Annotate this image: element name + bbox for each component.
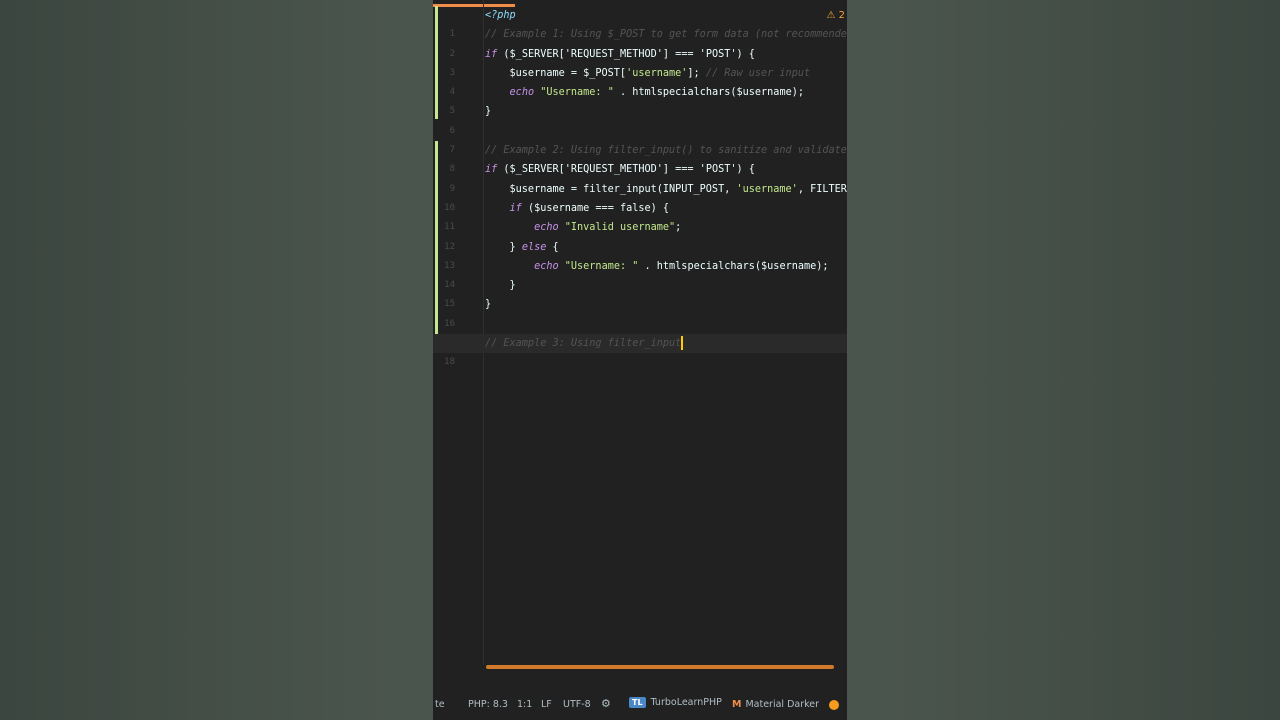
code-line-4[interactable]: 4 $username = $_POST['username']; // Raw… xyxy=(433,64,847,97)
comment: // Raw user input xyxy=(705,67,811,79)
php-open-tag: <?php xyxy=(485,10,516,21)
code-token: . htmlspecialchars($username); xyxy=(613,87,804,99)
code-line-17[interactable]: 17 xyxy=(433,315,847,348)
code-area[interactable]: 1 <?php 2 // Example 1: Using $_POST to … xyxy=(433,6,847,656)
keyword: echo xyxy=(509,87,535,99)
code-line-13[interactable]: 13 } else { xyxy=(433,238,847,271)
code-token: ; xyxy=(675,222,682,234)
code-editor-window: ⚠ 2 1 <?php 2 // Example 1: Using $_POST… xyxy=(433,0,847,720)
horizontal-scrollbar[interactable] xyxy=(486,665,834,669)
code-token: } xyxy=(485,280,516,292)
bug-icon[interactable]: ⚙ xyxy=(601,697,611,710)
text-cursor xyxy=(681,336,683,351)
theme-widget[interactable]: M Material Darker xyxy=(732,699,819,710)
line-ending[interactable]: LF xyxy=(541,699,552,710)
string-literal: "Username: " xyxy=(564,260,639,272)
comment: // Example 3: Using filter_input xyxy=(485,338,682,350)
code-token: ($username === false) { xyxy=(521,202,670,214)
string-literal: "Username: " xyxy=(540,87,614,99)
comment: // Example 2: Using filter_input() to sa… xyxy=(485,145,847,157)
code-line-8[interactable]: 8 // Example 2: Using filter_input() to … xyxy=(433,141,847,174)
string-literal: 'username' xyxy=(626,67,688,79)
php-version-widget[interactable]: PHP: 8.3 xyxy=(468,699,508,710)
code-line-14[interactable]: 14 echo "Username: " . htmlspecialchars(… xyxy=(433,257,847,290)
code-token: $username = $_POST[ xyxy=(485,67,627,79)
code-line-7[interactable]: 7 xyxy=(433,122,847,155)
code-line-1[interactable]: 1 <?php xyxy=(433,6,847,39)
status-bar: te PHP: 8.3 1:1 LF UTF-8 ⚙ TL TurboLearnP… xyxy=(433,692,847,718)
status-fragment[interactable]: te xyxy=(435,699,445,710)
theme-name: Material Darker xyxy=(745,699,820,710)
plugin-name: TurboLearnPHP xyxy=(650,697,722,708)
code-token: . htmlspecialchars($username); xyxy=(638,260,829,272)
notification-dot[interactable] xyxy=(829,700,839,710)
comment: // Example 1: Using $_POST to get form d… xyxy=(485,29,847,41)
plugin-widget[interactable]: TL TurboLearnPHP xyxy=(629,697,722,708)
code-token: ($_SERVER['REQUEST_METHOD'] === 'POST') … xyxy=(497,164,755,176)
keyword: else xyxy=(521,241,547,253)
code-line-6[interactable]: 6 } xyxy=(433,102,847,135)
code-line-5[interactable]: 5 echo "Username: " . htmlspecialchars($… xyxy=(433,83,847,116)
string-literal: "Invalid username" xyxy=(564,222,676,234)
code-line-3[interactable]: 3 if ($_SERVER['REQUEST_METHOD'] === 'PO… xyxy=(433,45,847,78)
code-line-2[interactable]: 2 // Example 1: Using $_POST to get form… xyxy=(433,25,847,58)
code-token: $username = filter_input(INPUT_POST, xyxy=(485,183,737,195)
code-token: } xyxy=(485,106,492,118)
code-line-16[interactable]: 16 } xyxy=(433,295,847,328)
code-token: ]; xyxy=(687,67,706,79)
code-token: , FILTER_S xyxy=(797,183,847,195)
code-line-10[interactable]: 10 $username = filter_input(INPUT_POST, … xyxy=(433,180,847,213)
code-token: } xyxy=(485,241,522,253)
string-literal: 'username' xyxy=(736,183,798,195)
file-encoding[interactable]: UTF-8 xyxy=(563,699,591,710)
code-token: ($_SERVER['REQUEST_METHOD'] === 'POST') … xyxy=(497,48,755,60)
code-line-9[interactable]: 9 if ($_SERVER['REQUEST_METHOD'] === 'PO… xyxy=(433,160,847,193)
code-line-18-current[interactable]: 18 // Example 3: Using filter_input xyxy=(433,334,847,367)
code-line-11[interactable]: 11 if ($username === false) { xyxy=(433,199,847,232)
keyword: echo xyxy=(534,222,559,234)
turbolearn-icon: TL xyxy=(629,697,646,708)
keyword: if xyxy=(485,164,498,176)
line-number: 18 xyxy=(444,357,455,368)
code-token: { xyxy=(546,241,559,253)
cursor-position[interactable]: 1:1 xyxy=(517,699,532,710)
keyword: echo xyxy=(534,260,559,272)
code-line-15[interactable]: 15 } xyxy=(433,276,847,309)
keyword: if xyxy=(509,202,522,214)
material-theme-icon: M xyxy=(732,699,742,710)
code-token: } xyxy=(485,299,492,311)
code-line-12[interactable]: 12 echo "Invalid username"; xyxy=(433,218,847,251)
keyword: if xyxy=(485,48,498,60)
